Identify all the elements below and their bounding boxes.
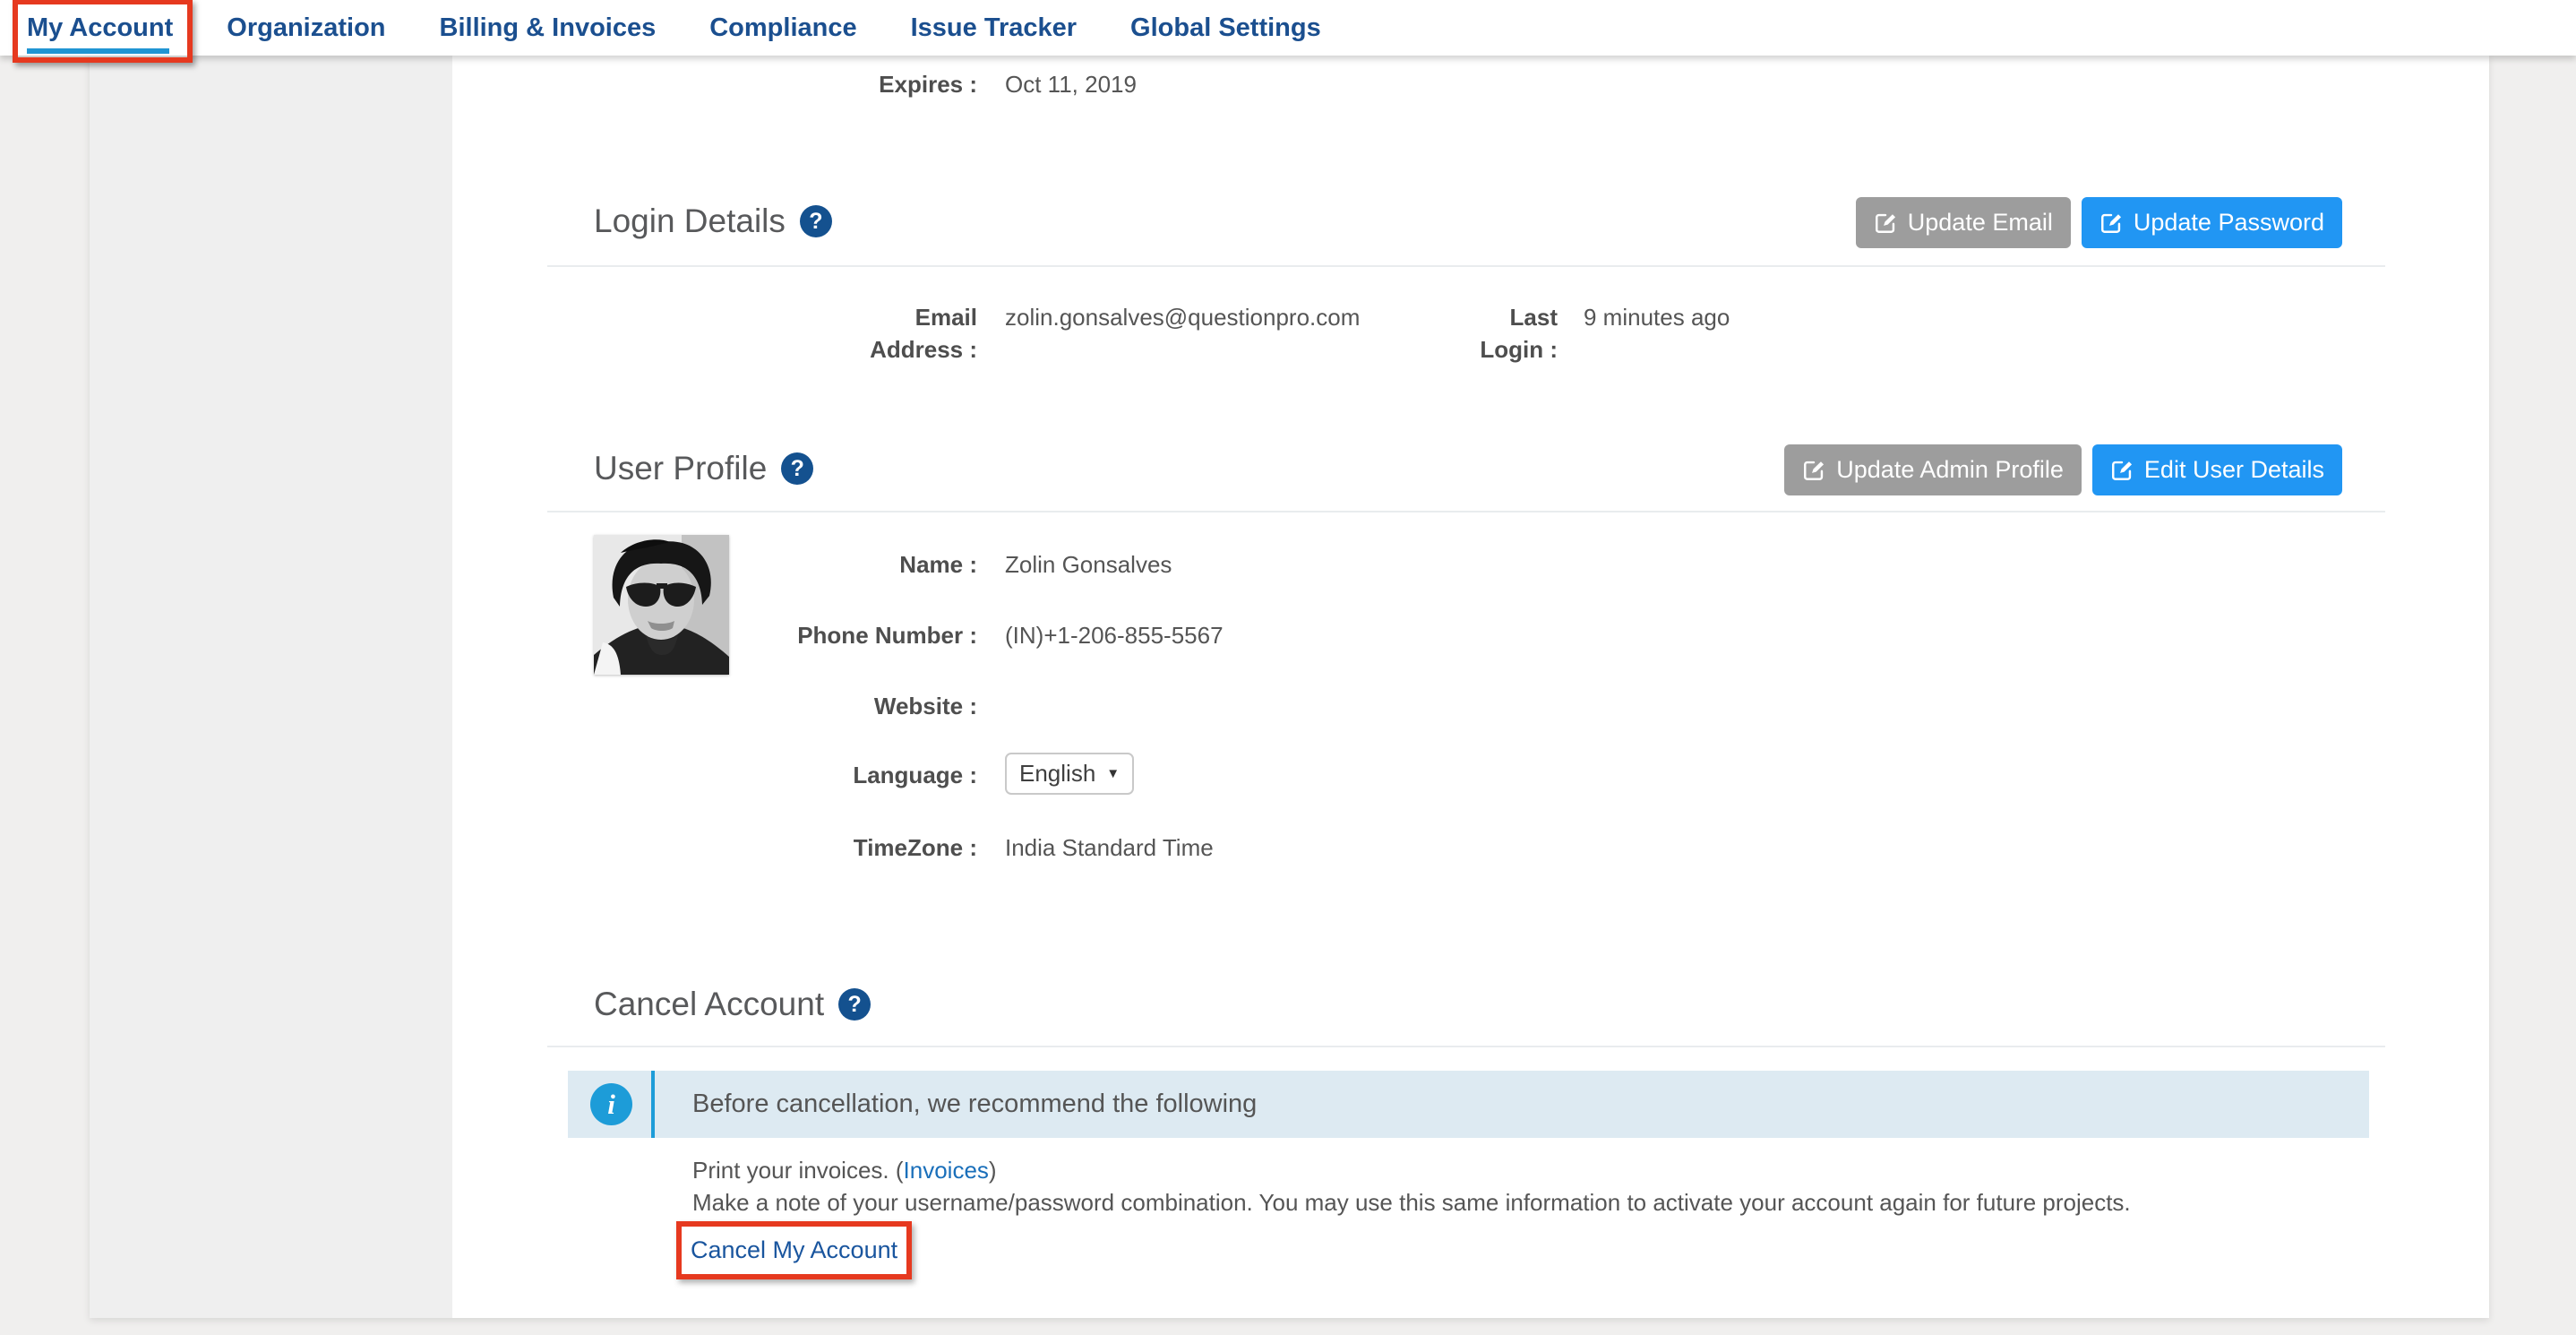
- expires-label: Expires :: [547, 68, 977, 100]
- divider: [547, 1046, 2385, 1047]
- edit-user-details-label: Edit User Details: [2144, 456, 2324, 484]
- banner-text: Before cancellation, we recommend the fo…: [692, 1090, 1257, 1119]
- phone-number-value: (IN)+1-206-855-5567: [1005, 619, 1224, 651]
- nav-tab-billing-invoices[interactable]: Billing & Invoices: [440, 13, 657, 43]
- banner-separator: [651, 1071, 655, 1138]
- user-profile-title: User Profile: [594, 450, 767, 487]
- cancel-account-heading: Cancel Account ?: [594, 986, 871, 1023]
- update-password-label: Update Password: [2134, 209, 2324, 237]
- info-banner: i Before cancellation, we recommend the …: [568, 1071, 2369, 1138]
- name-label: Name :: [547, 548, 977, 581]
- login-details-title: Login Details: [594, 202, 786, 240]
- language-label: Language :: [547, 759, 977, 791]
- edit-icon: [1874, 211, 1897, 235]
- phone-number-label: Phone Number :: [547, 619, 977, 651]
- nav-tab-my-account[interactable]: My Account: [27, 13, 173, 43]
- active-tab-underline: [27, 48, 169, 54]
- username-password-note: Make a note of your username/password co…: [692, 1186, 2131, 1219]
- divider: [547, 265, 2385, 267]
- info-icon: i: [590, 1083, 632, 1125]
- caret-down-icon: ▼: [1106, 766, 1120, 781]
- update-email-label: Update Email: [1908, 209, 2053, 237]
- help-icon[interactable]: ?: [838, 988, 871, 1021]
- nav-tab-organization[interactable]: Organization: [227, 13, 385, 43]
- print-invoices-prefix: Print your invoices. (: [692, 1157, 904, 1184]
- website-label: Website :: [547, 690, 977, 722]
- invoices-link[interactable]: Invoices: [904, 1157, 989, 1184]
- cancel-my-account-link[interactable]: Cancel My Account: [691, 1236, 897, 1263]
- name-value: Zolin Gonsalves: [1005, 548, 1172, 581]
- email-address-value: zolin.gonsalves@questionpro.com: [1005, 301, 1360, 333]
- timezone-value: India Standard Time: [1005, 831, 1214, 864]
- nav-tab-issue-tracker[interactable]: Issue Tracker: [911, 13, 1077, 43]
- nav-tab-compliance[interactable]: Compliance: [709, 13, 856, 43]
- empty-side-panel: [90, 56, 452, 1318]
- edit-icon: [2110, 459, 2134, 482]
- print-invoices-line: Print your invoices. (Invoices): [692, 1154, 2131, 1186]
- help-icon[interactable]: ?: [781, 452, 813, 485]
- edit-user-details-button[interactable]: Edit User Details: [2092, 444, 2342, 495]
- login-details-buttons: Update Email Update Password: [1856, 197, 2342, 248]
- nav-tab-label: My Account: [27, 13, 173, 42]
- email-address-label: Email Address :: [861, 301, 977, 366]
- language-select[interactable]: English ▼: [1005, 753, 1134, 795]
- top-nav: My Account Organization Billing & Invoic…: [0, 0, 2576, 56]
- edit-icon: [1802, 459, 1825, 482]
- expires-value: Oct 11, 2019: [1005, 68, 1137, 100]
- help-icon[interactable]: ?: [800, 205, 832, 237]
- update-email-button[interactable]: Update Email: [1856, 197, 2071, 248]
- timezone-label: TimeZone :: [547, 831, 977, 864]
- user-profile-heading: User Profile ?: [594, 450, 813, 487]
- edit-icon: [2099, 211, 2123, 235]
- update-admin-profile-button[interactable]: Update Admin Profile: [1784, 444, 2082, 495]
- nav-tab-global-settings[interactable]: Global Settings: [1130, 13, 1321, 43]
- cancel-account-title: Cancel Account: [594, 986, 824, 1023]
- main-content-card: Expires : Oct 11, 2019 Login Details ? U…: [90, 56, 2489, 1318]
- update-password-button[interactable]: Update Password: [2082, 197, 2342, 248]
- annotation-box-cancel: Cancel My Account: [676, 1221, 912, 1279]
- language-selected-value: English: [1019, 760, 1095, 788]
- update-admin-profile-label: Update Admin Profile: [1836, 456, 2064, 484]
- user-profile-buttons: Update Admin Profile Edit User Details: [1784, 444, 2342, 495]
- last-login-label: Last Login :: [1468, 301, 1558, 366]
- login-details-heading: Login Details ?: [594, 202, 832, 240]
- last-login-value: 9 minutes ago: [1584, 301, 1730, 333]
- divider: [547, 511, 2385, 512]
- cancel-instructions: Print your invoices. (Invoices) Make a n…: [692, 1154, 2131, 1219]
- print-invoices-suffix: ): [989, 1157, 997, 1184]
